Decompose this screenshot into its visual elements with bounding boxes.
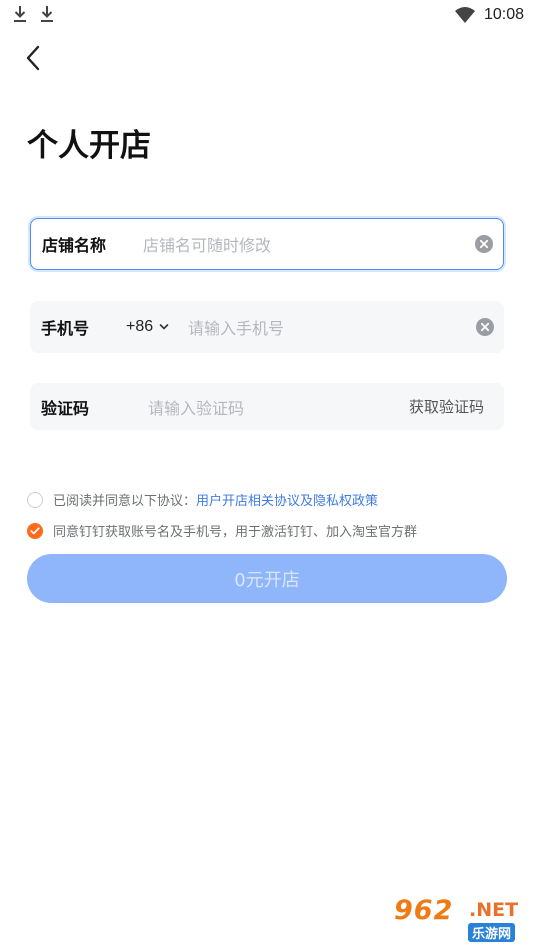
watermark-logo: 962 .NET 乐游网	[394, 895, 526, 943]
consent-row[interactable]: 同意钉钉获取账号名及手机号，用于激活钉钉、加入淘宝官方群	[27, 521, 417, 540]
page-title: 个人开店	[27, 128, 151, 164]
watermark-domain: .NET	[469, 899, 519, 921]
agreement-prefix: 已阅读并同意以下协议：	[53, 494, 197, 509]
download-icon	[41, 6, 53, 22]
code-input[interactable]: 请输入验证码	[148, 395, 244, 419]
download-icon	[14, 6, 26, 22]
check-icon	[30, 526, 40, 534]
shop-name-field[interactable]: 店铺名称 店铺名可随时修改	[30, 218, 504, 270]
consent-checkbox[interactable]	[27, 522, 43, 539]
watermark-brand: 962	[394, 895, 454, 926]
country-code: +86	[126, 318, 154, 335]
phone-label: 手机号	[41, 319, 90, 338]
phone-field[interactable]: 手机号 +86 请输入手机号	[30, 301, 504, 353]
clear-icon[interactable]	[476, 318, 494, 336]
back-button[interactable]	[18, 42, 48, 74]
get-code-button[interactable]: 获取验证码	[409, 396, 484, 417]
consent-text: 同意钉钉获取账号名及手机号，用于激活钉钉、加入淘宝官方群	[53, 525, 418, 540]
watermark-site: 乐游网	[468, 923, 516, 942]
status-bar: 10:08	[0, 0, 534, 30]
shop-name-label: 店铺名称	[42, 236, 107, 255]
verification-code-field[interactable]: 验证码 请输入验证码 获取验证码	[30, 383, 504, 430]
code-label: 验证码	[41, 398, 90, 418]
wifi-icon	[454, 7, 475, 23]
agreement-link[interactable]: 用户开店相关协议及隐私权政策	[196, 490, 378, 509]
phone-input[interactable]: 请输入手机号	[188, 315, 284, 339]
chevron-down-icon	[159, 324, 169, 330]
agreement-radio[interactable]	[27, 491, 43, 508]
shop-name-input[interactable]: 店铺名可随时修改	[143, 232, 271, 256]
agreement-row[interactable]: 已阅读并同意以下协议： 用户开店相关协议及隐私权政策	[27, 490, 378, 509]
country-code-select[interactable]: +86	[126, 318, 169, 336]
open-shop-button[interactable]: 0元开店	[27, 554, 507, 603]
chevron-left-icon	[26, 45, 40, 71]
status-time: 10:08	[483, 6, 524, 23]
clear-icon[interactable]	[475, 235, 493, 253]
